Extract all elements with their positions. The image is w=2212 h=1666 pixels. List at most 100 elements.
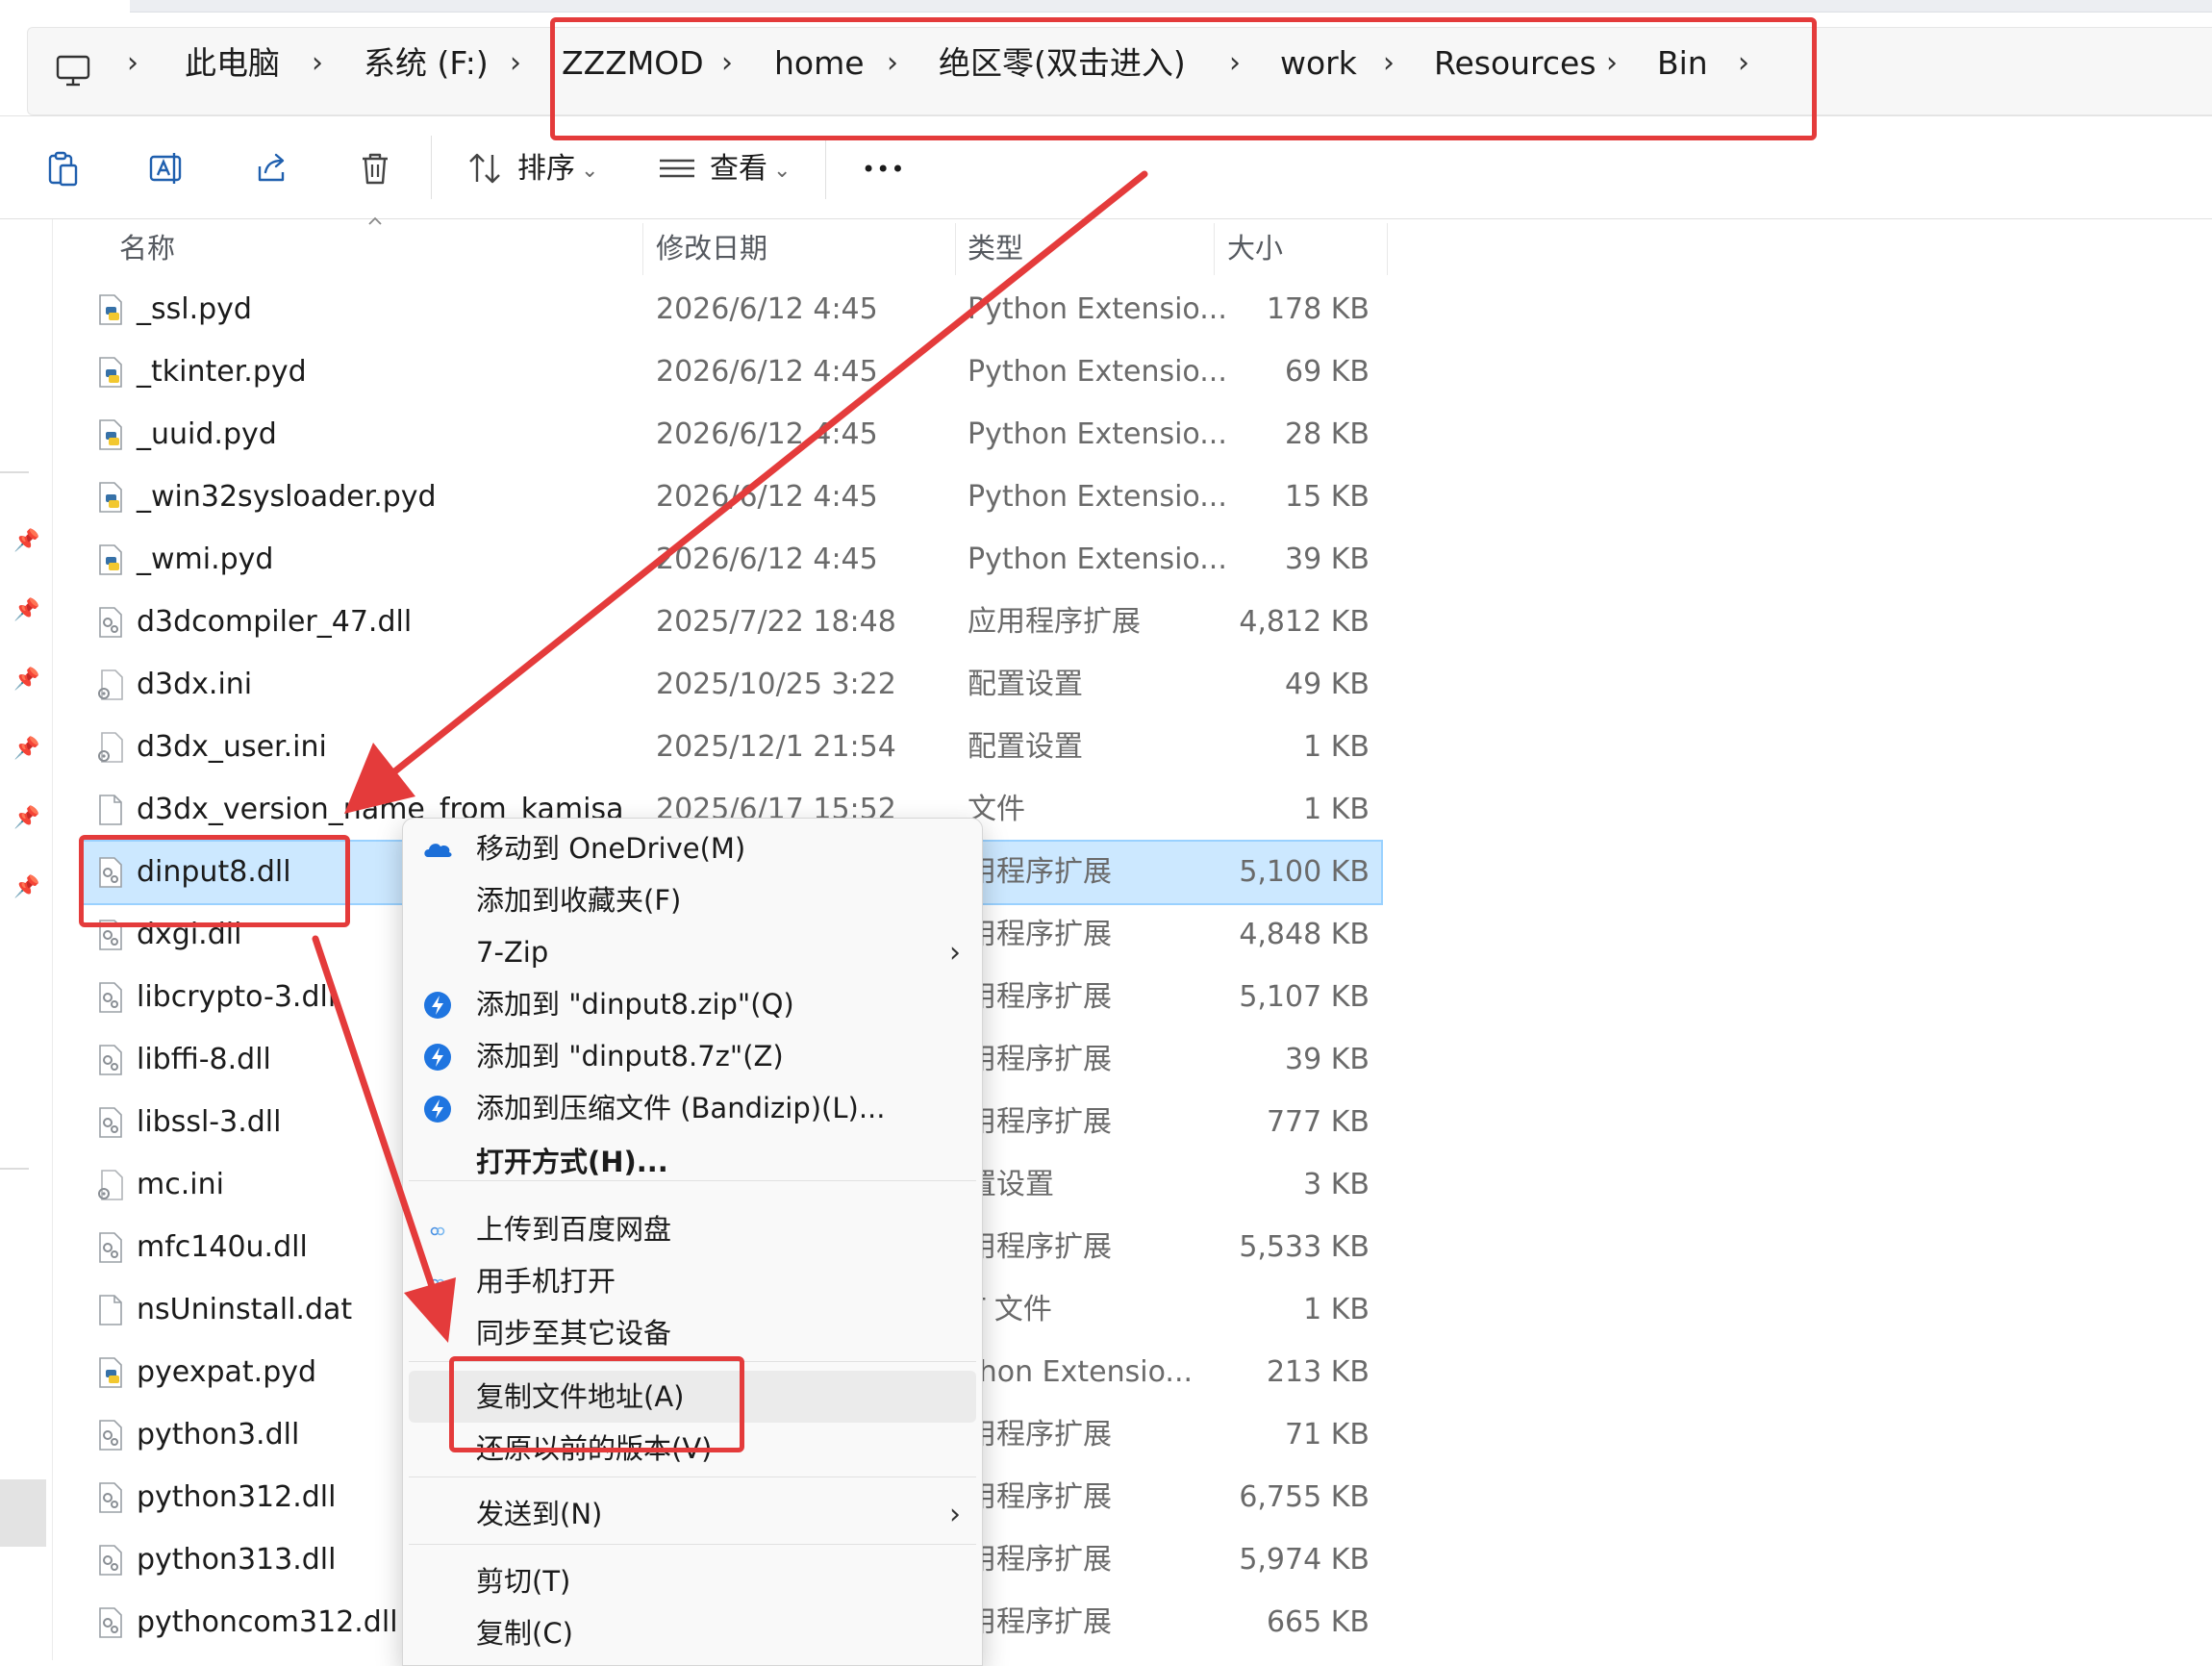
pin-icon[interactable]: 📌 xyxy=(13,668,39,692)
breadcrumb-item-resources[interactable]: Resources xyxy=(1434,44,1596,83)
dll-file-icon xyxy=(99,1545,122,1576)
file-row[interactable]: d3dcompiler_47.dll 2025/7/22 18:48 应用程序扩展 4… xyxy=(83,592,1381,653)
menu-item-restore-versions[interactable]: 还原以前的版本(V) xyxy=(403,1423,982,1475)
file-type: Python Extensio... xyxy=(968,480,1227,514)
breadcrumb-item-bin[interactable]: Bin xyxy=(1657,44,1708,83)
breadcrumb-item-work[interactable]: work xyxy=(1280,44,1357,83)
menu-item-copy-path[interactable]: 复制文件地址(A) xyxy=(409,1371,976,1423)
sort-dropdown-chevron-icon[interactable]: ⌄ xyxy=(581,153,598,189)
blank-file-icon xyxy=(99,1295,122,1325)
breadcrumb-chevron-icon[interactable]: › xyxy=(127,46,138,81)
pin-icon[interactable]: 📌 xyxy=(13,598,39,622)
paste-icon[interactable] xyxy=(44,149,83,188)
menu-item-label: 7-Zip xyxy=(476,936,549,969)
menu-item-copy[interactable]: 复制(C) xyxy=(403,1607,982,1659)
breadcrumb-item-game-folder[interactable]: 绝区零(双击进入) xyxy=(939,44,1186,83)
breadcrumb-chevron-icon[interactable]: › xyxy=(721,46,733,81)
column-header-name[interactable]: 名称 xyxy=(119,231,175,265)
breadcrumb-chevron-icon[interactable]: › xyxy=(1738,46,1749,81)
menu-item-cut[interactable]: 剪切(T) xyxy=(403,1555,982,1607)
submenu-chevron-icon: › xyxy=(949,936,961,970)
bandizip-icon xyxy=(424,1044,451,1071)
menu-item-7zip[interactable]: 7-Zip › xyxy=(403,926,982,978)
column-separator[interactable] xyxy=(1214,223,1215,275)
file-size: 39 KB xyxy=(1285,1043,1370,1076)
nav-divider xyxy=(0,471,29,473)
breadcrumb-item-zzzmod[interactable]: ZZZMOD xyxy=(562,44,704,83)
menu-item-label: 同步至其它设备 xyxy=(476,1317,672,1350)
breadcrumb-chevron-icon[interactable]: › xyxy=(887,46,898,81)
python-file-icon xyxy=(99,357,122,388)
file-row[interactable]: d3dx.ini 2025/10/25 3:22 配置设置 49 KB xyxy=(83,654,1381,716)
share-icon[interactable] xyxy=(252,149,290,188)
file-row[interactable]: _win32sysloader.pyd 2026/6/12 4:45 Python … xyxy=(83,467,1381,528)
column-separator[interactable] xyxy=(1387,223,1388,275)
menu-item-open-on-phone[interactable]: 用手机打开 xyxy=(403,1255,982,1307)
file-date: 2025/7/22 18:48 xyxy=(656,605,896,639)
file-row[interactable]: d3dx_user.ini 2025/12/1 21:54 配置设置 1 KB xyxy=(83,717,1381,778)
delete-icon[interactable] xyxy=(356,149,394,188)
onedrive-icon xyxy=(424,844,452,857)
breadcrumb-chevron-icon[interactable]: › xyxy=(312,46,323,81)
sort-button[interactable]: 排序 xyxy=(517,151,575,188)
sort-icon[interactable] xyxy=(465,149,504,188)
file-name: _uuid.pyd xyxy=(137,417,277,451)
file-type: Python Extensio... xyxy=(968,543,1227,576)
view-icon[interactable] xyxy=(658,149,696,188)
dll-file-icon xyxy=(99,1232,122,1263)
pin-icon[interactable]: 📌 xyxy=(13,737,39,761)
menu-item-move-onedrive[interactable]: 移动到 OneDrive(M) xyxy=(403,822,982,874)
pin-icon[interactable]: 📌 xyxy=(13,806,39,830)
file-date: 2026/6/12 4:45 xyxy=(656,543,878,576)
menu-item-add-zip[interactable]: 添加到 "dinput8.zip"(Q) xyxy=(403,978,982,1030)
file-name: _win32sysloader.pyd xyxy=(137,480,437,514)
breadcrumb-chevron-icon[interactable]: › xyxy=(1383,46,1395,81)
more-options-button[interactable]: ••• xyxy=(862,151,905,188)
toolbar-separator xyxy=(825,136,826,199)
column-header-type[interactable]: 类型 xyxy=(968,231,1023,265)
file-size: 213 KB xyxy=(1266,1355,1370,1389)
pin-icon[interactable]: 📌 xyxy=(13,529,39,553)
menu-item-label: 添加到 "dinput8.7z"(Z) xyxy=(476,1040,784,1073)
file-size: 69 KB xyxy=(1285,355,1370,389)
breadcrumb-item-drive-f[interactable]: 系统 (F:) xyxy=(364,44,489,83)
computer-icon[interactable] xyxy=(55,54,91,88)
file-type: Python Extensio... xyxy=(968,417,1227,451)
menu-item-add-favorites[interactable]: 添加到收藏夹(F) xyxy=(403,874,982,926)
menu-item-sync-devices[interactable]: 同步至其它设备 xyxy=(403,1307,982,1359)
dll-file-icon xyxy=(99,607,122,638)
dll-file-icon xyxy=(99,857,122,888)
file-row[interactable]: _uuid.pyd 2026/6/12 4:45 Python Extensio..… xyxy=(83,404,1381,466)
dll-file-icon xyxy=(99,1420,122,1451)
breadcrumb-item-home[interactable]: home xyxy=(774,44,865,83)
breadcrumb-item-this-pc[interactable]: 此电脑 xyxy=(185,44,280,83)
menu-item-add-bandizip[interactable]: 添加到压缩文件 (Bandizip)(L)... xyxy=(403,1082,982,1134)
pin-icon[interactable]: 📌 xyxy=(13,875,39,899)
nav-selected-item[interactable] xyxy=(0,1479,46,1547)
menu-item-send-to[interactable]: 发送到(N) › xyxy=(403,1488,982,1540)
breadcrumb-chevron-icon[interactable]: › xyxy=(1229,46,1241,81)
view-button[interactable]: 查看 xyxy=(710,151,767,188)
menu-item-label: 打开方式(H)... xyxy=(476,1146,668,1178)
menu-item-upload-baidu[interactable]: 上传到百度网盘 xyxy=(403,1203,982,1255)
file-type: 用程序扩展 xyxy=(968,1230,1112,1264)
breadcrumb-chevron-icon[interactable]: › xyxy=(510,46,521,81)
rename-icon[interactable] xyxy=(148,149,187,188)
dll-file-icon xyxy=(99,1607,122,1638)
file-type: 配置设置 xyxy=(968,668,1083,701)
column-header-size[interactable]: 大小 xyxy=(1227,231,1283,265)
file-row[interactable]: _wmi.pyd 2026/6/12 4:45 Python Extensio...… xyxy=(83,529,1381,591)
column-separator[interactable] xyxy=(642,223,643,275)
column-header-date[interactable]: 修改日期 xyxy=(656,231,767,265)
ini-file-icon xyxy=(98,1170,123,1200)
file-size: 28 KB xyxy=(1285,417,1370,451)
menu-separator xyxy=(409,1180,976,1181)
file-row[interactable]: _tkinter.pyd 2026/6/12 4:45 Python Extensi… xyxy=(83,341,1381,403)
file-row[interactable]: _ssl.pyd 2026/6/12 4:45 Python Extensio...… xyxy=(83,279,1381,341)
file-name: mc.ini xyxy=(137,1168,224,1201)
breadcrumb-chevron-icon[interactable]: › xyxy=(1606,46,1618,81)
menu-item-add-7z[interactable]: 添加到 "dinput8.7z"(Z) xyxy=(403,1030,982,1082)
menu-item-label: 复制文件地址(A) xyxy=(476,1380,685,1413)
column-separator[interactable] xyxy=(955,223,956,275)
view-dropdown-chevron-icon[interactable]: ⌄ xyxy=(773,153,791,189)
